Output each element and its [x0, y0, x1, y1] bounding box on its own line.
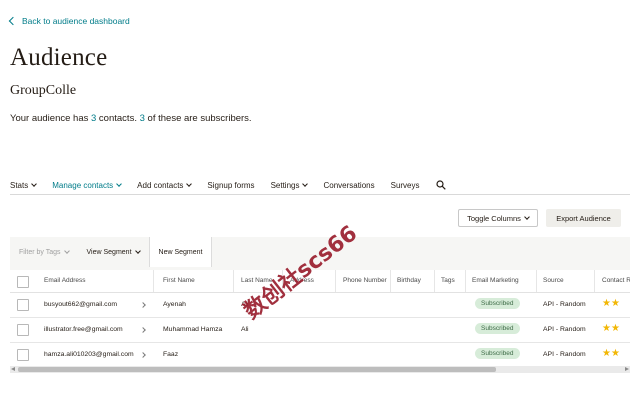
- chevron-right-icon[interactable]: [140, 302, 146, 308]
- contact-rating-stars: ★★: [602, 324, 620, 334]
- row-first-name: Muhammad Hamza: [163, 326, 223, 333]
- chevron-left-icon: [8, 16, 18, 26]
- table-toolbar: Filter by Tags View Segment New Segment: [10, 237, 213, 267]
- table-row[interactable]: busyout662@gmail.com Ayenah Ali Subscrib…: [10, 293, 630, 318]
- column-divider: [594, 270, 595, 292]
- col-tags[interactable]: Tags: [441, 277, 455, 284]
- audience-name: GroupColle: [10, 83, 77, 98]
- star-icon: ★★: [602, 298, 620, 309]
- column-divider: [335, 270, 336, 292]
- contact-rating-stars: ★★: [602, 349, 620, 359]
- nav-settings[interactable]: Settings: [270, 178, 309, 192]
- star-icon: ★★: [602, 348, 620, 359]
- filter-by-tags-dropdown[interactable]: Filter by Tags: [10, 237, 78, 267]
- summary-prefix: Your audience has: [10, 113, 91, 124]
- chevron-right-icon[interactable]: [140, 327, 146, 333]
- nav-manage-contacts[interactable]: Manage contacts: [52, 178, 123, 192]
- nav-surveys-label: Surveys: [390, 180, 420, 190]
- chevron-down-icon: [302, 181, 309, 187]
- nav-add-contacts-label: Add contacts: [137, 180, 184, 190]
- row-first-name: Ayenah: [163, 301, 186, 308]
- nav-manage-contacts-label: Manage contacts: [52, 180, 114, 190]
- row-email[interactable]: busyout662@gmail.com: [44, 301, 117, 308]
- column-divider: [536, 270, 537, 292]
- column-divider: [153, 270, 154, 292]
- horizontal-scrollbar[interactable]: [10, 366, 630, 373]
- view-segment-dropdown[interactable]: View Segment: [78, 237, 149, 267]
- contact-rating-stars: ★★: [602, 299, 620, 309]
- toggle-columns-button[interactable]: Toggle Columns: [458, 209, 538, 227]
- col-contact-rating[interactable]: Contact Rating: [602, 277, 630, 284]
- column-divider: [465, 270, 466, 292]
- column-divider: [434, 270, 435, 292]
- audience-nav: Stats Manage contacts Add contacts Signu…: [10, 176, 630, 195]
- col-birthday[interactable]: Birthday: [397, 277, 421, 284]
- row-email[interactable]: illustrator.free@gmail.com: [44, 326, 123, 333]
- nav-signup-forms[interactable]: Signup forms: [207, 178, 254, 192]
- view-segment-label: View Segment: [86, 248, 132, 256]
- page-title: Audience: [10, 44, 108, 71]
- row-first-name: Faaz: [163, 351, 179, 358]
- toggle-columns-label: Toggle Columns: [467, 213, 521, 223]
- status-badge: Subscribed: [475, 298, 520, 309]
- export-audience-label: Export Audience: [556, 213, 611, 223]
- row-source: API - Random: [543, 351, 586, 358]
- col-source[interactable]: Source: [543, 277, 564, 284]
- nav-conversations-label: Conversations: [323, 180, 375, 190]
- nav-signup-forms-label: Signup forms: [207, 180, 255, 190]
- select-all-checkbox[interactable]: [17, 276, 29, 288]
- col-phone[interactable]: Phone Number: [343, 277, 387, 284]
- scroll-left-arrow-icon[interactable]: [11, 367, 15, 371]
- scroll-right-arrow-icon[interactable]: [625, 367, 629, 371]
- nav-conversations[interactable]: Conversations: [323, 178, 374, 192]
- row-checkbox[interactable]: [17, 299, 29, 311]
- nav-surveys[interactable]: Surveys: [391, 178, 420, 192]
- chevron-down-icon: [31, 181, 38, 187]
- new-segment-button[interactable]: New Segment: [148, 237, 213, 267]
- table-row[interactable]: illustrator.free@gmail.com Muhammad Hamz…: [10, 318, 630, 343]
- nav-add-contacts[interactable]: Add contacts: [137, 178, 193, 192]
- col-email-marketing[interactable]: Email Marketing: [472, 277, 519, 284]
- chevron-right-icon[interactable]: [140, 352, 146, 358]
- back-link-label: Back to audience dashboard: [22, 16, 130, 26]
- chevron-down-icon: [186, 181, 193, 187]
- row-source: API - Random: [543, 301, 586, 308]
- nav-stats-label: Stats: [10, 180, 29, 190]
- status-badge: Subscribed: [475, 348, 520, 359]
- chevron-down-icon: [134, 248, 141, 254]
- column-divider: [233, 270, 234, 292]
- status-badge: Subscribed: [475, 323, 520, 334]
- new-segment-label: New Segment: [158, 248, 203, 256]
- col-email[interactable]: Email Address: [44, 277, 86, 284]
- export-audience-button[interactable]: Export Audience: [546, 209, 621, 227]
- row-email[interactable]: hamza.ali010203@gmail.com: [44, 351, 134, 358]
- chevron-down-icon: [63, 248, 70, 254]
- back-to-dashboard-link[interactable]: Back to audience dashboard: [8, 16, 130, 26]
- search-icon[interactable]: [435, 180, 446, 190]
- row-checkbox[interactable]: [17, 349, 29, 361]
- audience-summary: Your audience has 3 contacts. 3 of these…: [10, 113, 252, 124]
- chevron-down-icon: [524, 214, 530, 220]
- table-row[interactable]: hamza.ali010203@gmail.com Faaz Subscribe…: [10, 343, 630, 368]
- star-icon: ★★: [602, 323, 620, 334]
- filter-by-tags-label: Filter by Tags: [19, 248, 61, 256]
- row-source: API - Random: [543, 326, 586, 333]
- row-last-name: Ali: [241, 326, 249, 333]
- summary-middle: contacts.: [96, 113, 140, 124]
- column-divider: [390, 270, 391, 292]
- nav-settings-label: Settings: [270, 180, 300, 190]
- nav-stats[interactable]: Stats: [10, 178, 38, 192]
- row-checkbox[interactable]: [17, 324, 29, 336]
- col-first-name[interactable]: First Name: [163, 277, 195, 284]
- scrollbar-thumb[interactable]: [18, 367, 496, 372]
- chevron-down-icon: [116, 181, 123, 187]
- summary-suffix: of these are subscribers.: [144, 113, 252, 124]
